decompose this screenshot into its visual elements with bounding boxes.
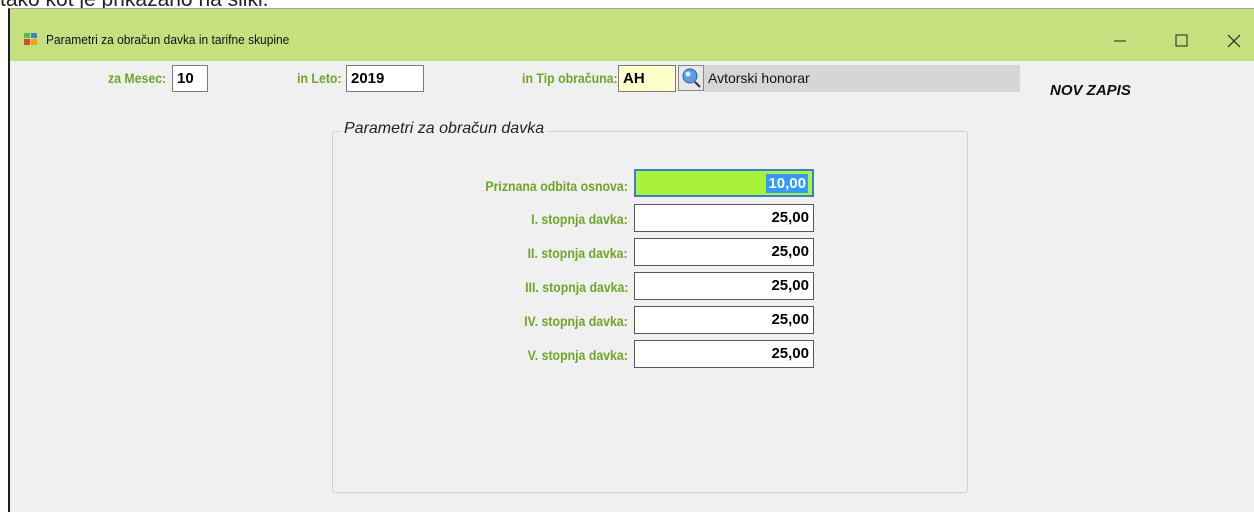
- leto-label: in Leto:: [297, 70, 342, 86]
- lookup-button[interactable]: [678, 65, 704, 91]
- app-icon: [24, 33, 37, 45]
- param-input-stopnja-2[interactable]: 25,00: [634, 238, 814, 266]
- param-input-odbita-osnova[interactable]: 10,00: [634, 169, 814, 197]
- param-input-stopnja-5[interactable]: 25,00: [634, 340, 814, 368]
- param-label-stopnja-2: II. stopnja davka:: [528, 245, 628, 261]
- param-input-stopnja-1[interactable]: 25,00: [634, 204, 814, 232]
- param-input-stopnja-3[interactable]: 25,00: [634, 272, 814, 300]
- group-title: Parametri za obračun davka: [340, 120, 549, 138]
- param-label-stopnja-3: III. stopnja davka:: [524, 279, 628, 295]
- tip-obracuna-input[interactable]: AH: [618, 65, 676, 92]
- mesec-input[interactable]: 10: [172, 65, 208, 92]
- mesec-label: za Mesec:: [107, 70, 166, 86]
- window-title: Parametri za obračun davka in tarifne sk…: [46, 32, 290, 47]
- param-label-stopnja-1: I. stopnja davka:: [531, 211, 628, 227]
- close-icon[interactable]: [1212, 23, 1254, 59]
- tip-obracuna-description: Avtorski honorar: [704, 65, 1020, 92]
- param-value-odbita-osnova: 10,00: [766, 174, 808, 193]
- maximize-icon[interactable]: [1160, 23, 1204, 59]
- param-label-stopnja-5: V. stopnja davka:: [527, 347, 628, 363]
- param-input-stopnja-4[interactable]: 25,00: [634, 306, 814, 334]
- param-label-odbita-osnova: Priznana odbita osnova:: [485, 178, 628, 194]
- record-status: NOV ZAPIS: [1050, 82, 1131, 99]
- minimize-icon[interactable]: [1098, 23, 1142, 59]
- leto-input[interactable]: 2019: [346, 65, 424, 92]
- tip-obracuna-label: in Tip obračuna:: [522, 70, 618, 86]
- param-label-stopnja-4: IV. stopnja davka:: [524, 313, 628, 329]
- search-icon: [682, 68, 701, 88]
- title-bar: Parametri za obračun davka in tarifne sk…: [10, 9, 1254, 61]
- dialog-window: Parametri za obračun davka in tarifne sk…: [8, 8, 1254, 512]
